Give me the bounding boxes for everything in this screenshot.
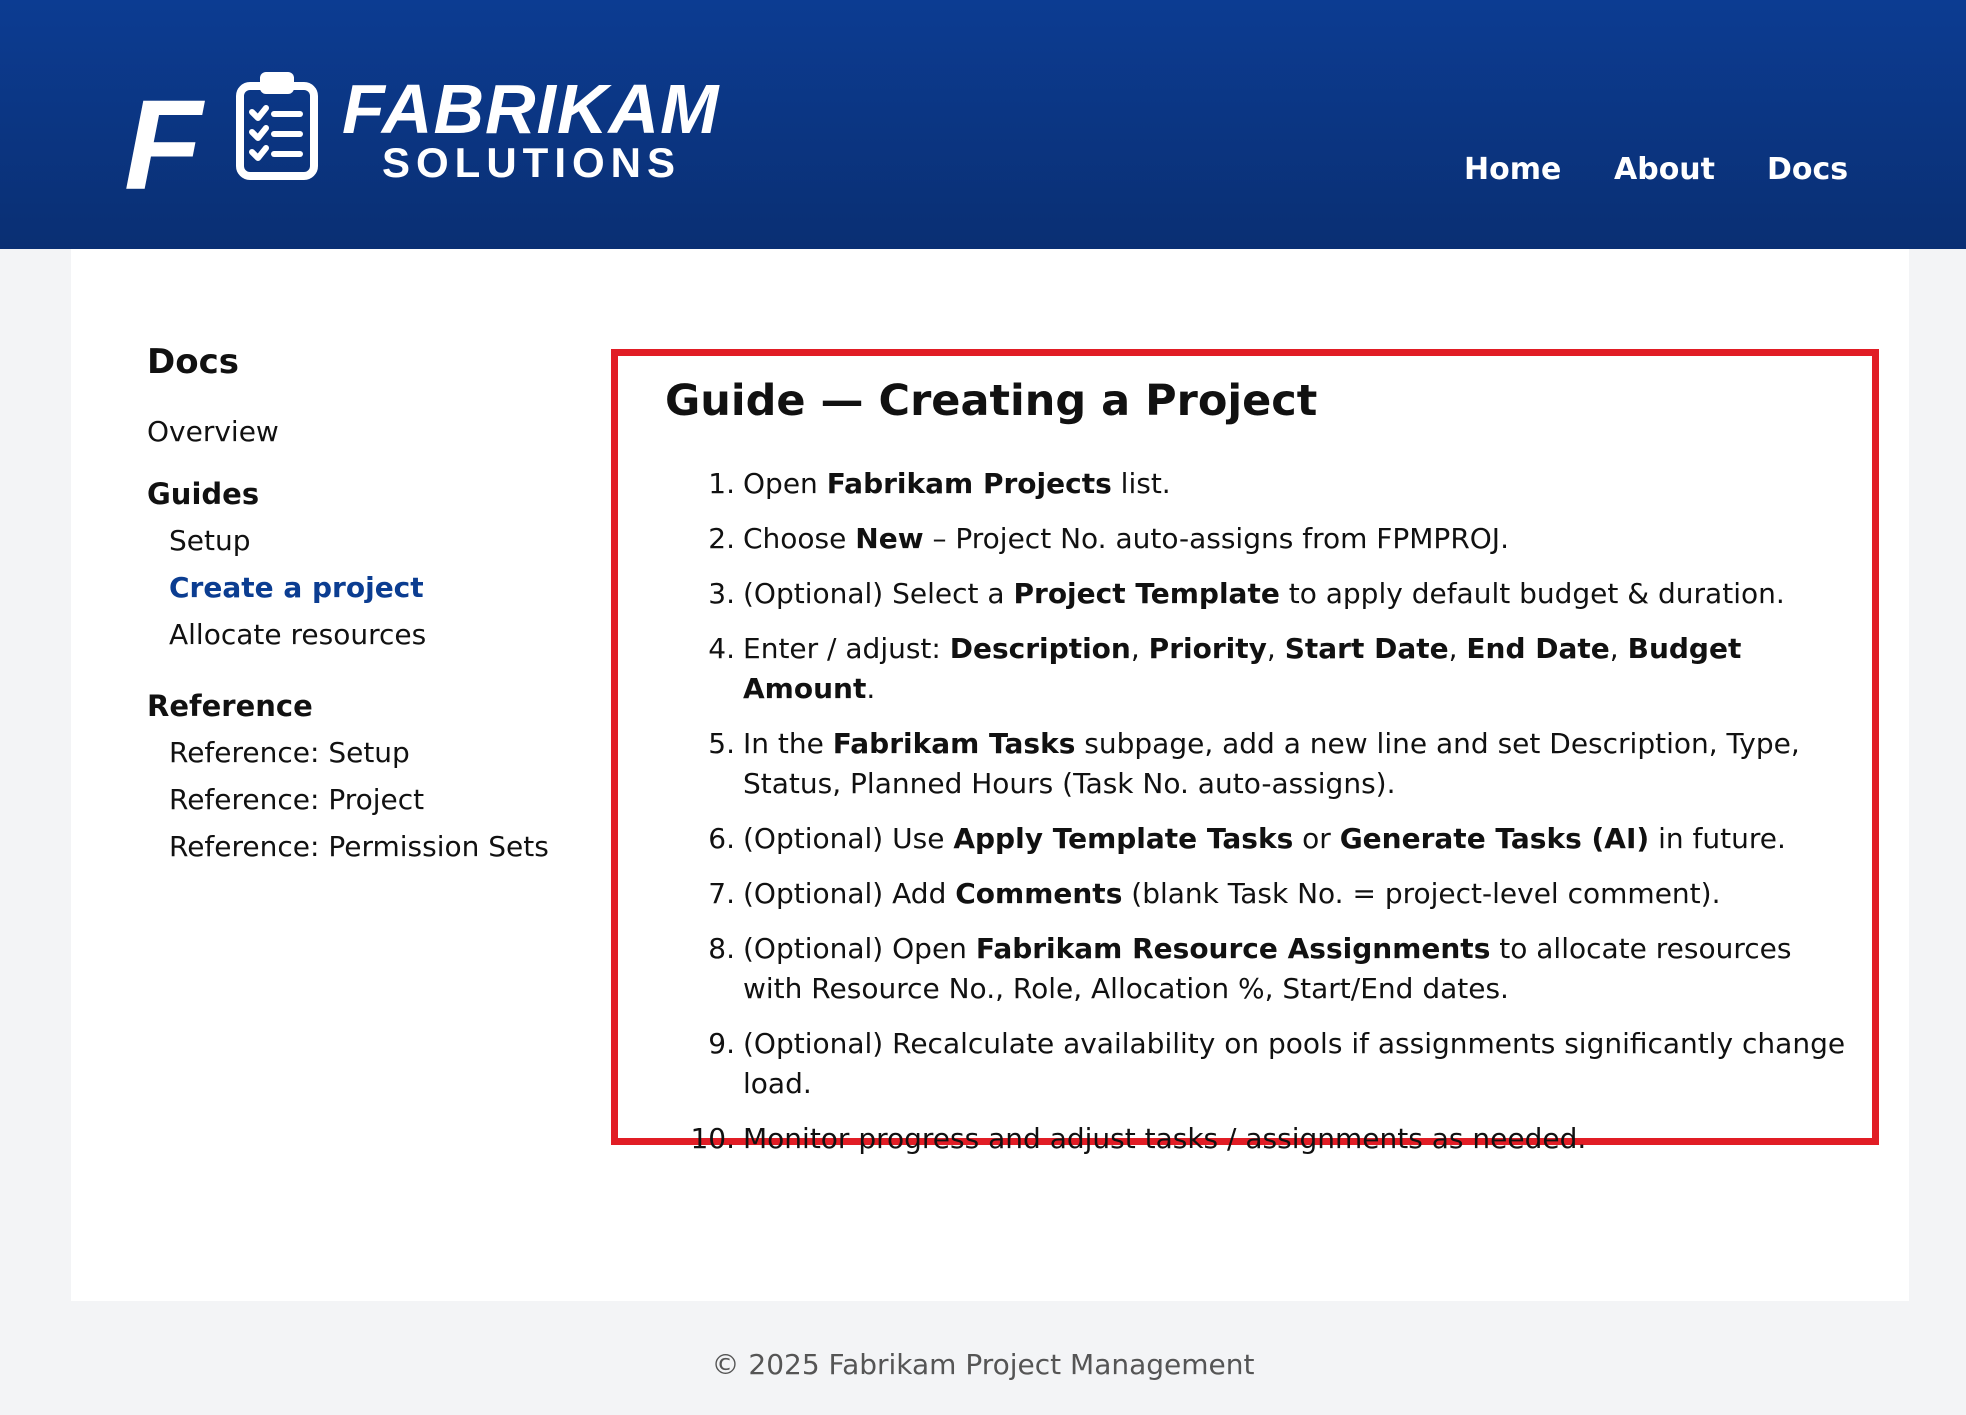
step-bold-term: Start Date — [1284, 632, 1449, 665]
sidebar-item-reference-setup[interactable]: Reference: Setup — [169, 739, 567, 767]
step-text: (Optional) Recalculate availability on p… — [743, 1027, 1846, 1100]
step-number: 4. — [708, 632, 735, 665]
step-number: 7. — [708, 877, 735, 910]
list-item: 3. (Optional) Select a Project Template t… — [618, 574, 1878, 614]
step-bold-term: New — [855, 522, 924, 555]
step-text: list. — [1111, 467, 1171, 500]
step-text: . — [866, 672, 876, 705]
step-text: (Optional) Open — [743, 932, 976, 965]
step-bold-term: Generate Tasks (AI) — [1339, 822, 1650, 855]
step-text: (Optional) Add — [743, 877, 956, 910]
step-text: In the — [743, 727, 833, 760]
sidebar-item-reference-project[interactable]: Reference: Project — [169, 786, 567, 814]
step-text: Choose — [743, 522, 856, 555]
list-item: 7. (Optional) Add Comments (blank Task No… — [618, 874, 1878, 914]
list-item: 5. In the Fabrikam Tasks subpage, add a n… — [618, 724, 1878, 804]
step-text: or — [1293, 822, 1340, 855]
nav-about-link[interactable]: About — [1614, 152, 1715, 187]
sidebar-item-overview[interactable]: Overview — [147, 418, 567, 446]
step-number: 2. — [708, 522, 735, 555]
step-text: , — [1448, 632, 1467, 665]
site-header: F FABRIKAM SOLUTIONS Home About Docs — [0, 0, 1966, 249]
sidebar-item-reference-permission-sets[interactable]: Reference: Permission Sets — [169, 833, 567, 861]
step-text: (blank Task No. = project-level comment)… — [1122, 877, 1721, 910]
step-bold-term: Apply Template Tasks — [953, 822, 1294, 855]
list-item: 8. (Optional) Open Fabrikam Resource Assi… — [618, 929, 1878, 1009]
step-bold-term: Comments — [955, 877, 1123, 910]
main-card: Docs Overview Guides Setup Create a proj… — [71, 249, 1909, 1301]
sidebar-item-allocate-resources[interactable]: Allocate resources — [169, 621, 567, 649]
list-item: 10. Monitor progress and adjust tasks / a… — [618, 1119, 1878, 1159]
list-item: 9. (Optional) Recalculate availability on… — [618, 1024, 1878, 1104]
step-text: in future. — [1649, 822, 1786, 855]
step-text: (Optional) Select a — [743, 577, 1014, 610]
nav-home-link[interactable]: Home — [1464, 152, 1561, 187]
list-item: 4. Enter / adjust: Description, Priority,… — [618, 629, 1878, 709]
page-title: Guide — Creating a Project — [665, 376, 1318, 426]
step-text: , — [1266, 632, 1285, 665]
steps-list: 1. Open Fabrikam Projects list. 2. Choose N… — [618, 464, 1878, 1174]
step-bold-term: Fabrikam Resource Assignments — [975, 932, 1491, 965]
brand-name: FABRIKAM — [342, 70, 720, 148]
sidebar-item-setup[interactable]: Setup — [169, 527, 567, 555]
step-bold-term: Fabrikam Tasks — [832, 727, 1076, 760]
sidebar-title: Docs — [147, 342, 239, 382]
step-text: Open — [743, 467, 827, 500]
step-text: – Project No. auto-assigns from FPMPROJ. — [923, 522, 1509, 555]
step-bold-term: Project Template — [1013, 577, 1280, 610]
step-number: 1. — [708, 467, 735, 500]
step-bold-term: Priority — [1148, 632, 1267, 665]
step-text: , — [1609, 632, 1628, 665]
list-item: 6. (Optional) Use Apply Template Tasks or… — [618, 819, 1878, 859]
top-nav: Home About Docs — [0, 152, 1966, 192]
sidebar-item-create-project[interactable]: Create a project — [169, 574, 567, 602]
step-number: 10. — [690, 1122, 735, 1155]
footer-copyright: © 2025 Fabrikam Project Management — [711, 1348, 1255, 1381]
step-number: 9. — [708, 1027, 735, 1060]
step-text: (Optional) Use — [743, 822, 954, 855]
step-number: 5. — [708, 727, 735, 760]
step-text: , — [1130, 632, 1149, 665]
sidebar-group-reference: Reference — [147, 689, 313, 723]
step-bold-term: Description — [949, 632, 1131, 665]
list-item: 1. Open Fabrikam Projects list. — [618, 464, 1878, 504]
docs-sidebar: Docs Overview Guides Setup Create a proj… — [147, 342, 567, 880]
step-text: to apply default budget & duration. — [1279, 577, 1785, 610]
sidebar-group-guides: Guides — [147, 477, 260, 511]
list-item: 2. Choose New – Project No. auto-assigns … — [618, 519, 1878, 559]
nav-docs-link[interactable]: Docs — [1767, 152, 1848, 187]
step-text: Enter / adjust: — [743, 632, 950, 665]
step-number: 3. — [708, 577, 735, 610]
step-text: Monitor progress and adjust tasks / assi… — [743, 1122, 1587, 1155]
step-number: 6. — [708, 822, 735, 855]
step-number: 8. — [708, 932, 735, 965]
step-bold-term: End Date — [1466, 632, 1610, 665]
step-bold-term: Fabrikam Projects — [826, 467, 1112, 500]
guide-content-highlighted: Guide — Creating a Project 1. Open Fabrik… — [611, 349, 1879, 1155]
